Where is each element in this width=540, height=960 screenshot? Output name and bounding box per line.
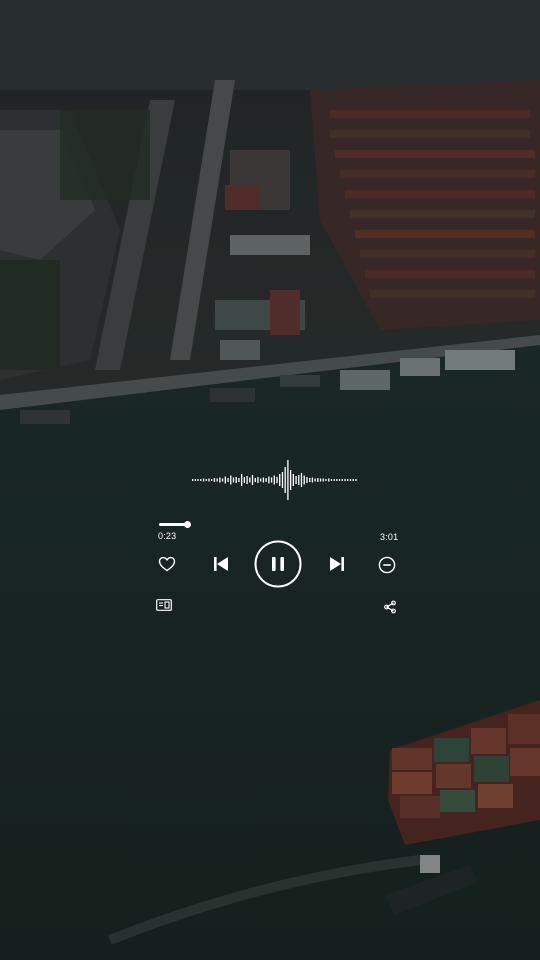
waveform-bar: [194, 479, 197, 481]
waveform-bar: [227, 478, 229, 482]
waveform-bar: [276, 477, 278, 483]
waveform-bar: [208, 478, 210, 482]
next-button[interactable]: [325, 553, 349, 575]
waveform-bar: [232, 477, 235, 483]
pause-icon: [254, 540, 302, 588]
total-time: 3:01: [380, 532, 399, 542]
waveform-bar: [349, 479, 352, 481]
waveform-bar: [251, 475, 254, 485]
waveform-bar: [254, 478, 256, 482]
waveform-bar: [300, 473, 303, 487]
waveform-bar: [319, 478, 322, 482]
waveform-bar: [306, 477, 308, 483]
waveform-bar: [347, 479, 349, 481]
waveform-bar: [270, 477, 273, 483]
waveform-bar: [330, 479, 333, 481]
waveform-bar: [352, 479, 354, 481]
waveform-bar: [289, 470, 292, 490]
waveform-bar: [287, 460, 289, 500]
waveform-bar: [268, 476, 270, 484]
like-button[interactable]: [156, 553, 178, 575]
waveform-bar: [333, 479, 335, 481]
waveform-bar: [314, 478, 316, 482]
waveform-bar: [197, 479, 199, 481]
waveform-bar: [311, 477, 314, 483]
skip-next-icon: [330, 557, 344, 571]
waveform-bar: [317, 478, 319, 482]
waveform-bar: [303, 475, 305, 485]
waveform-bar: [344, 479, 346, 481]
heart-icon: [158, 556, 176, 572]
progress-bar[interactable]: [159, 521, 379, 528]
waveform-bar: [279, 474, 281, 486]
waveform-bar: [265, 478, 267, 482]
waveform-bar: [238, 478, 240, 482]
waveform-bar: [273, 475, 275, 485]
waveform-bar: [355, 479, 357, 481]
waveform-bar: [240, 474, 243, 486]
waveform-bar: [298, 475, 300, 485]
pause-button[interactable]: [254, 540, 302, 588]
waveform-bar: [219, 477, 221, 483]
waveform-bar: [325, 479, 327, 481]
waveform-bar: [200, 479, 202, 481]
skip-previous-icon: [214, 557, 228, 571]
waveform-bar: [235, 477, 237, 483]
waveform-bar: [284, 467, 286, 493]
waveform-bar: [249, 477, 251, 483]
waveform-bar: [202, 478, 205, 482]
waveform-bar: [262, 477, 265, 483]
waveform-bar: [211, 479, 213, 481]
waveform-bar: [295, 476, 297, 484]
waveform-bar: [192, 479, 194, 481]
waveform-bar: [230, 475, 232, 485]
waveform-bar: [341, 479, 343, 481]
waveform-bar: [243, 477, 245, 483]
waveform-bar: [322, 478, 324, 482]
waveform-bar: [246, 476, 248, 484]
waveform-bar: [309, 478, 311, 482]
waveform-bar: [213, 478, 216, 482]
lyrics-button[interactable]: [155, 598, 173, 612]
progress-fill: [159, 523, 187, 526]
waveform-bar: [205, 479, 207, 481]
waveform-bar: [224, 476, 226, 484]
waveform-bar: [221, 478, 224, 482]
progress-thumb[interactable]: [183, 521, 191, 528]
remove-button[interactable]: [376, 554, 398, 576]
waveform-bar: [338, 479, 341, 481]
previous-button[interactable]: [209, 553, 233, 575]
waveform-bar: [257, 477, 259, 483]
minus-circle-icon: [378, 556, 396, 574]
music-player: 0:23 3:01: [0, 0, 540, 960]
waveform-bar: [292, 474, 294, 486]
audio-waveform: [192, 460, 357, 500]
elapsed-time: 0:23: [158, 531, 177, 541]
waveform-bar: [216, 478, 218, 482]
waveform-bar: [281, 472, 284, 488]
waveform-bar: [336, 479, 338, 481]
share-button[interactable]: [382, 599, 398, 615]
lyrics-icon: [156, 599, 172, 611]
screen: 0:23 3:01: [0, 0, 540, 960]
waveform-bar: [260, 478, 262, 482]
share-icon: [384, 600, 396, 614]
waveform-bar: [328, 478, 330, 482]
